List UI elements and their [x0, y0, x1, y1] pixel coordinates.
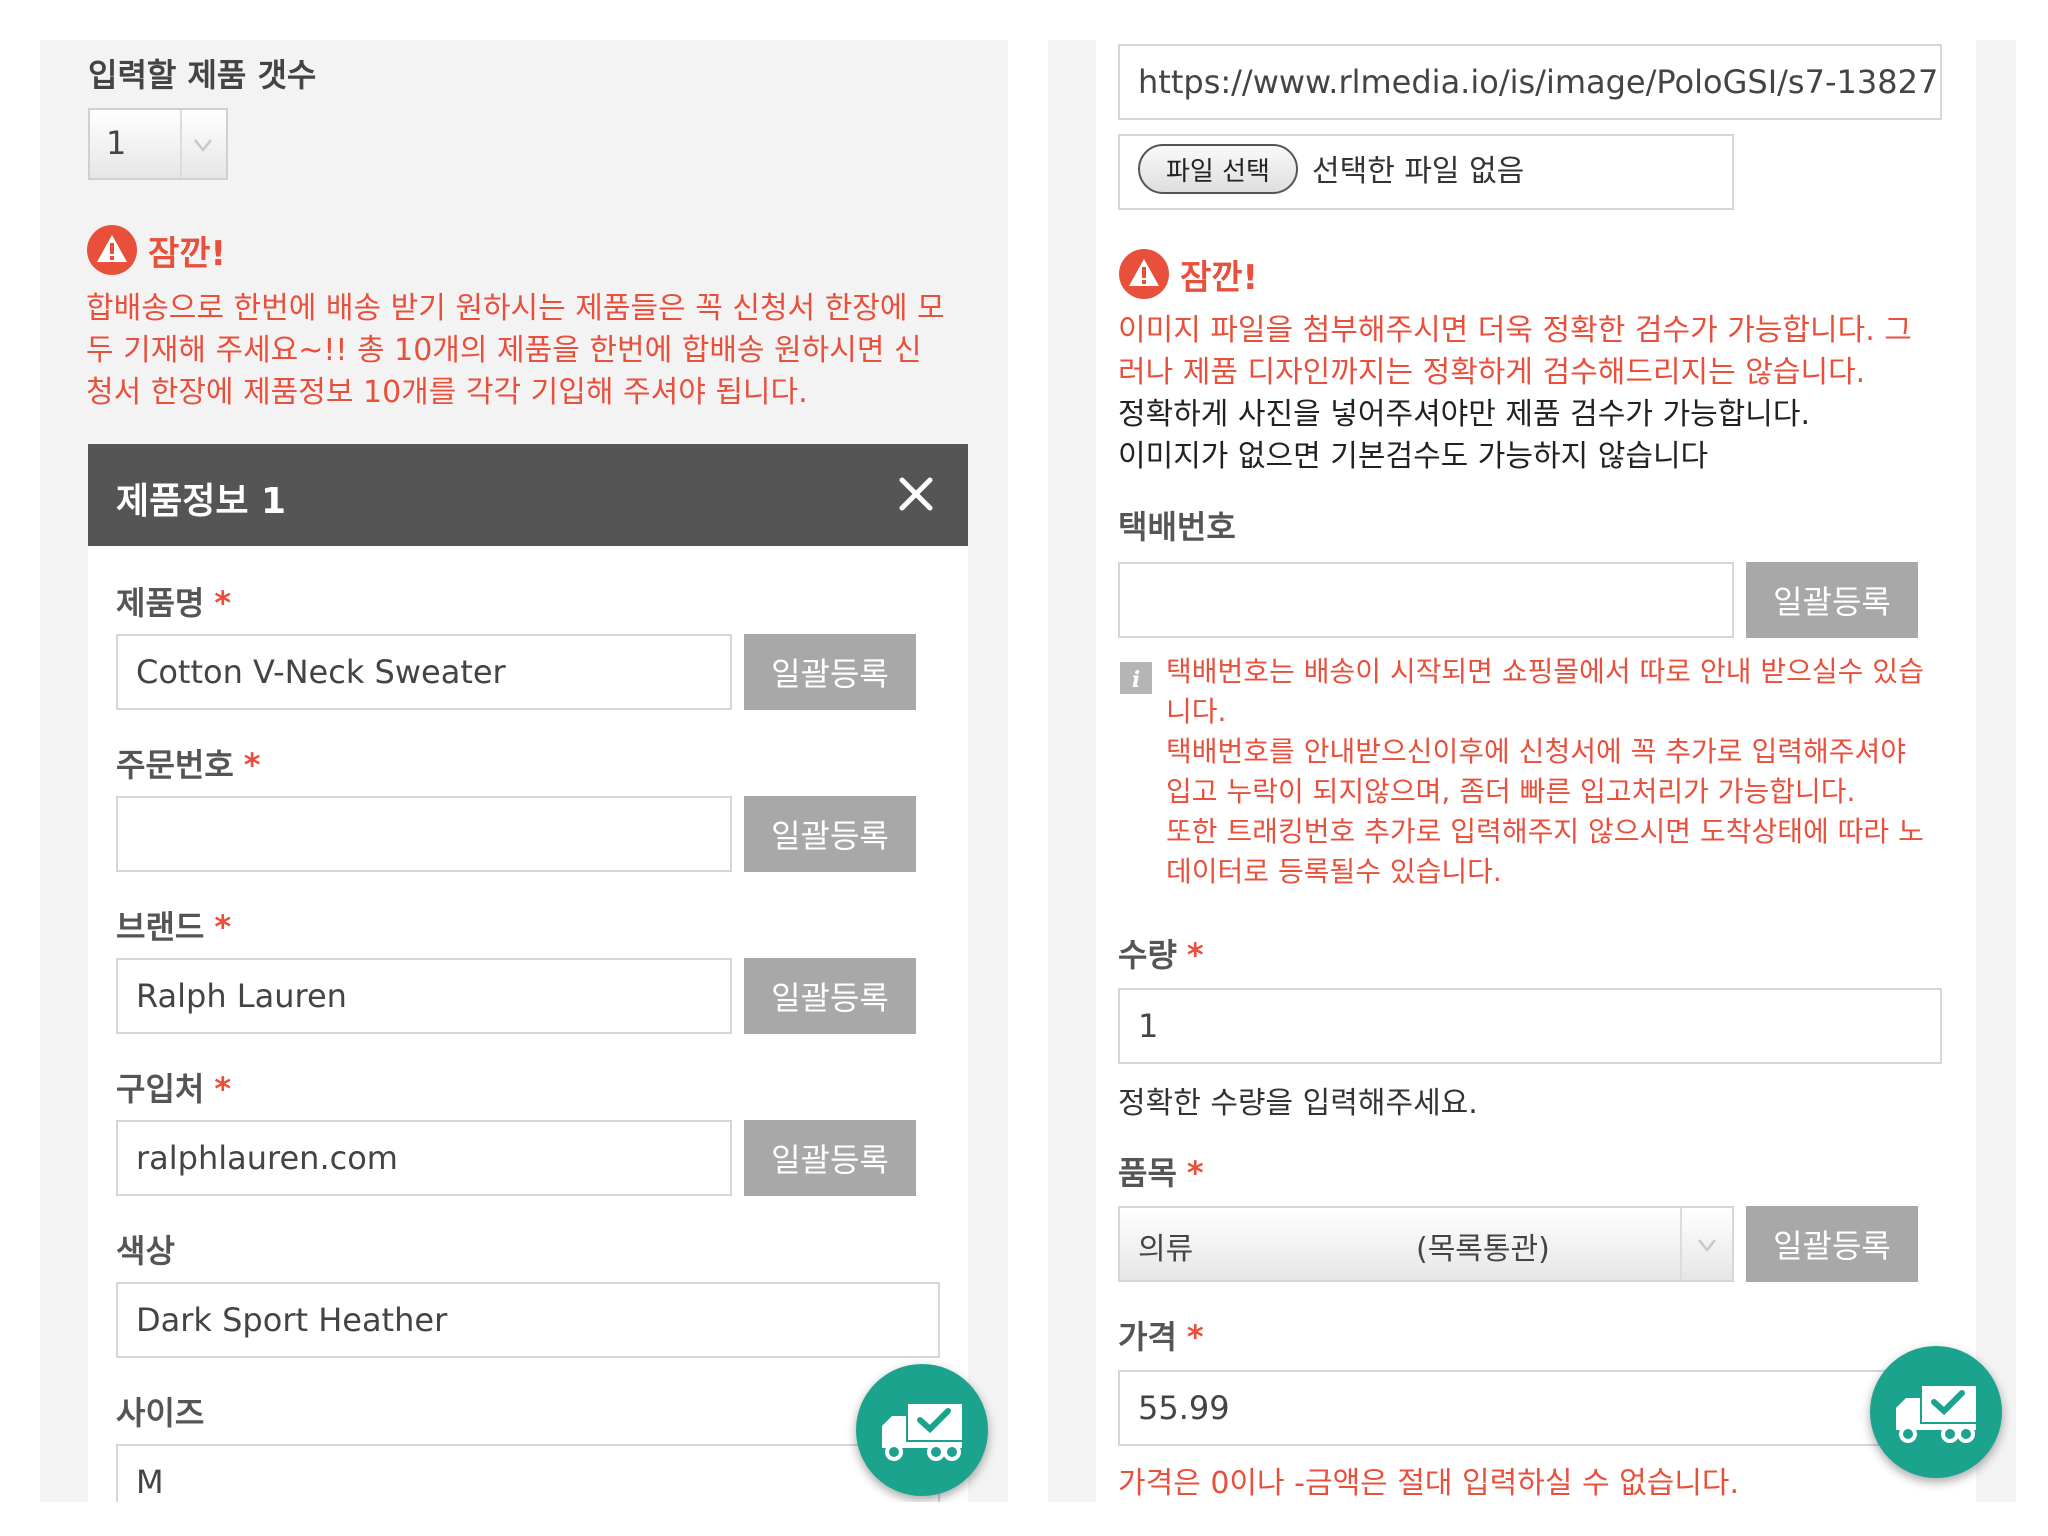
required-mark: * [1186, 1154, 1204, 1192]
warning-triangle-icon [87, 225, 137, 275]
required-mark: * [243, 746, 261, 784]
required-mark: * [214, 1070, 232, 1108]
product-name-label: 제품명 * [116, 584, 232, 622]
info-line: 또한 트래킹번호 추가로 입력해주지 않으시면 도착상태에 따라 노 [1166, 815, 1924, 848]
bulk-register-button[interactable]: 일괄등록 [744, 1120, 916, 1196]
warning-heading: 잠깐! [86, 224, 226, 276]
store-label: 구입처 * [116, 1070, 232, 1108]
left-panel: 입력할 제품 갯수 1 잠깐! 합배송으로 한번에 배송 받기 원하시는 제품들… [40, 40, 1008, 1502]
product-count-label: 입력할 제품 갯수 [88, 56, 317, 94]
right-panel: https://www.rlmedia.io/is/image/PoloGSI/… [1048, 40, 2016, 1502]
quantity-label: 수량 * [1118, 936, 1204, 974]
product-info-card-title: 제품정보 1 [116, 481, 287, 522]
price-hint: 가격은 0이나 -금액은 절대 입력하실 수 없습니다. [1118, 1466, 1740, 1501]
product-info-card: 제품정보 1 제품명 * Cotton V-Neck Sweater 일괄등록 주… [88, 444, 968, 1502]
info-line: 데이터로 등록될수 있습니다. [1166, 855, 1502, 888]
select-divider [180, 110, 182, 178]
brand-label: 브랜드 * [116, 908, 232, 946]
image-warning-message: 이미지 파일을 첨부해주시면 더욱 정확한 검수가 가능합니다. 그 러나 제품… [1118, 310, 1978, 394]
required-mark: * [1186, 936, 1204, 974]
bulk-register-button[interactable]: 일괄등록 [744, 634, 916, 710]
warning-title: 잠깐! [148, 233, 227, 274]
store-input[interactable]: ralphlauren.com [116, 1120, 732, 1196]
brand-input[interactable]: Ralph Lauren [116, 958, 732, 1034]
order-number-input[interactable] [116, 796, 732, 872]
info-line: 니다. [1166, 695, 1227, 728]
category-select[interactable]: 의류 (목록통관) [1118, 1206, 1734, 1282]
warning-line: 합배송으로 한번에 배송 받기 원하시는 제품들은 꼭 신청서 한장에 모 [86, 291, 945, 326]
svg-text:i: i [1132, 667, 1140, 693]
close-icon[interactable] [896, 474, 936, 514]
required-mark: * [1186, 1318, 1204, 1356]
info-icon: i [1120, 662, 1152, 694]
image-requirement-message: 정확하게 사진을 넣어주셔야만 제품 검수가 가능합니다. 이미지가 없으면 기… [1118, 394, 1978, 478]
delivery-truck-check-icon [882, 1404, 962, 1461]
size-input[interactable]: M [116, 1444, 940, 1502]
image-url-input[interactable]: https://www.rlmedia.io/is/image/PoloGSI/… [1118, 44, 1942, 120]
info-line: 택배번호를 안내받으신이후에 신청서에 꼭 추가로 입력해주셔야 [1166, 735, 1907, 768]
warning-message: 합배송으로 한번에 배송 받기 원하시는 제품들은 꼭 신청서 한장에 모 두 … [86, 288, 986, 414]
warning-line: 청서 한장에 제품정보 10개를 각각 기입해 주셔야 됩니다. [86, 375, 808, 410]
order-number-label: 주문번호 * [116, 746, 261, 784]
delivery-fab-button[interactable] [1870, 1346, 2002, 1478]
chevron-down-icon [194, 139, 212, 153]
product-count-value: 1 [106, 124, 127, 162]
warning-heading: 잠깐! [1118, 248, 1258, 300]
product-count-select[interactable]: 1 [88, 108, 228, 180]
file-select-button[interactable]: 파일 선택 [1138, 144, 1298, 194]
info-line: 입고 누락이 되지않으며, 좀더 빠른 입고처리가 가능합니다. [1166, 775, 1856, 808]
quantity-hint: 정확한 수량을 입력해주세요. [1118, 1086, 1478, 1121]
tracking-number-input[interactable] [1118, 562, 1734, 638]
requirement-line: 이미지가 없으면 기본검수도 가능하지 않습니다 [1118, 439, 1709, 474]
info-line: 택배번호는 배송이 시작되면 쇼핑몰에서 따로 안내 받으실수 있습 [1166, 655, 1924, 688]
bulk-register-button[interactable]: 일괄등록 [744, 796, 916, 872]
file-status-text: 선택한 파일 없음 [1312, 154, 1525, 189]
bulk-register-button[interactable]: 일괄등록 [744, 958, 916, 1034]
chevron-down-icon [1698, 1239, 1716, 1253]
required-mark: * [214, 584, 232, 622]
price-input[interactable]: 55.99 [1118, 1370, 1942, 1446]
requirement-line: 정확하게 사진을 넣어주셔야만 제품 검수가 가능합니다. [1118, 397, 1811, 432]
warning-triangle-icon [1119, 249, 1169, 299]
color-input[interactable]: Dark Sport Heather [116, 1282, 940, 1358]
tracking-info-message: 택배번호는 배송이 시작되면 쇼핑몰에서 따로 안내 받으실수 있습 니다. 택… [1166, 652, 2006, 892]
warning-line: 이미지 파일을 첨부해주시면 더욱 정확한 검수가 가능합니다. 그 [1118, 313, 1912, 348]
file-upload-field: 파일 선택 선택한 파일 없음 [1118, 134, 1734, 210]
category-label: 품목 * [1118, 1154, 1204, 1192]
bulk-register-button[interactable]: 일괄등록 [1746, 1206, 1918, 1282]
product-name-input[interactable]: Cotton V-Neck Sweater [116, 634, 732, 710]
warning-title: 잠깐! [1180, 257, 1259, 298]
select-divider [1680, 1208, 1682, 1280]
price-label: 가격 * [1118, 1318, 1204, 1356]
category-value: 의류 [1138, 1232, 1194, 1267]
bulk-register-button[interactable]: 일괄등록 [1746, 562, 1918, 638]
warning-line: 러나 제품 디자인까지는 정확하게 검수해드리지는 않습니다. [1118, 355, 1866, 390]
delivery-truck-check-icon [1896, 1386, 1976, 1443]
product-info-card-header: 제품정보 1 [88, 444, 968, 546]
warning-line: 두 기재해 주세요~!! 총 10개의 제품을 한번에 합배송 원하시면 신 [86, 333, 922, 368]
required-mark: * [214, 908, 232, 946]
tracking-number-label: 택배번호 [1118, 508, 1236, 546]
category-note: (목록통관) [1416, 1232, 1550, 1267]
quantity-input[interactable]: 1 [1118, 988, 1942, 1064]
delivery-fab-button[interactable] [856, 1364, 988, 1496]
color-label: 색상 [116, 1232, 175, 1270]
size-label: 사이즈 [116, 1394, 205, 1432]
